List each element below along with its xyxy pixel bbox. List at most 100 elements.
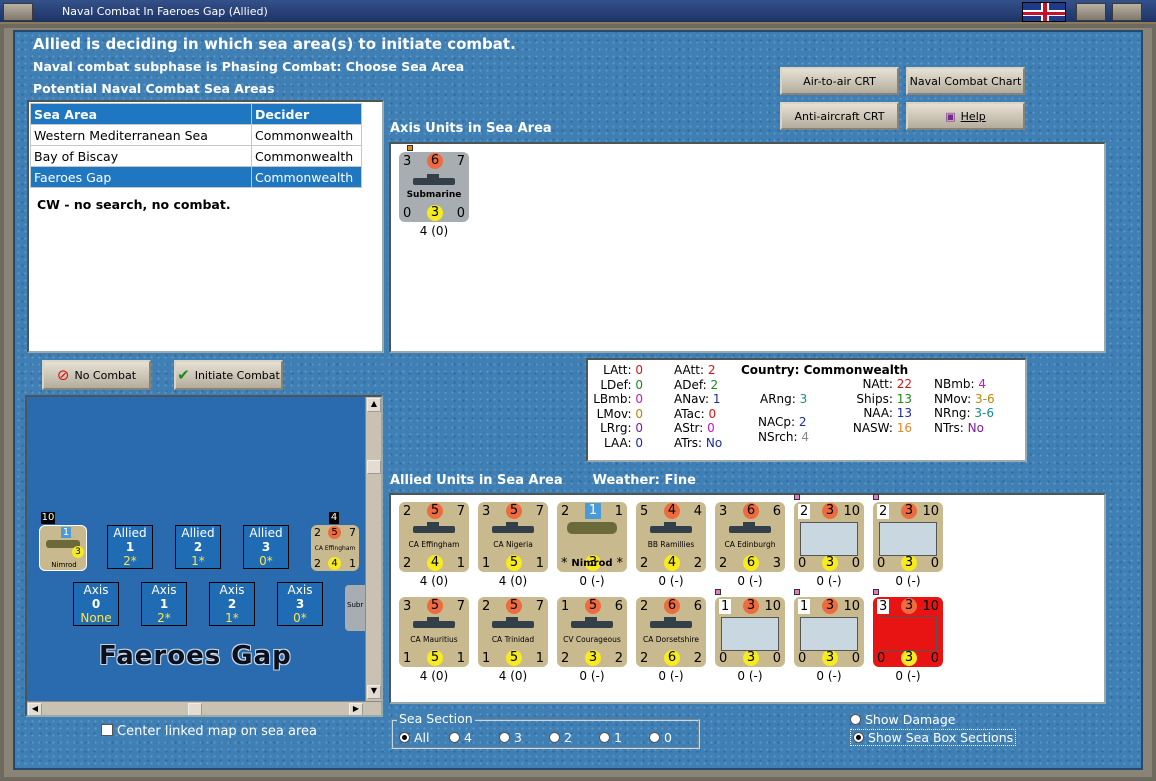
stat-label: AAtt:: [674, 363, 704, 377]
system-menu-button[interactable]: [3, 3, 33, 21]
checkbox-label: Center linked map on sea area: [117, 724, 317, 739]
radio-dot[interactable]: [850, 714, 861, 725]
section-radio-1[interactable]: 1: [599, 730, 622, 745]
axis-box-1[interactable]: Axis 1 2*: [141, 582, 187, 626]
counter-stat: 7: [456, 599, 465, 614]
radio-dot[interactable]: [549, 732, 560, 743]
ship-counter[interactable]: 2 5 7 2 4 1 CA Effingham: [399, 502, 469, 572]
counter-stat: 10: [843, 599, 860, 614]
naval-combat-chart-button[interactable]: Naval Combat Chart: [906, 67, 1025, 95]
counter-stat: 0: [851, 651, 860, 666]
section-radio-2[interactable]: 2: [549, 730, 572, 745]
close-button[interactable]: [1112, 3, 1142, 21]
effingham-map-counter[interactable]: 2 5 7 CA Effingham 2 4 1: [311, 525, 359, 571]
counter-stat: 0: [719, 651, 728, 666]
section-radio-3[interactable]: 3: [499, 730, 522, 745]
transport-icon: [800, 617, 858, 651]
counter-stat: 5: [427, 503, 443, 519]
help-button[interactable]: ▣ Help: [906, 102, 1025, 130]
scroll-left-icon[interactable]: ◀: [28, 703, 42, 715]
section-radio-4[interactable]: 4: [449, 730, 472, 745]
no-combat-button[interactable]: ⊘ No Combat: [42, 360, 151, 390]
table-row[interactable]: Western Mediterranean Sea Commonwealth: [30, 124, 362, 146]
counter-name: Submarine: [406, 190, 462, 200]
counter-stat: 3: [743, 650, 759, 666]
counter-stat: 0: [772, 651, 781, 666]
counter-stat: 7: [535, 599, 544, 614]
minimize-button[interactable]: [1076, 3, 1106, 21]
ship-counter[interactable]: 3 5 7 1 5 1 CA Nigeria: [478, 502, 548, 572]
counter-stat: 3: [822, 650, 838, 666]
stat-label: LDef:: [600, 377, 632, 392]
center-map-checkbox[interactable]: Center linked map on sea area: [101, 724, 317, 739]
stat-label: LAtt:: [603, 363, 632, 377]
radio-dot[interactable]: [499, 732, 510, 743]
aircraft-counter[interactable]: 2 1 1 * 3 * Nimrod: [557, 502, 627, 572]
transport-counter[interactable]: 1 3 10 0 3 0: [715, 597, 785, 667]
show-damage-radio[interactable]: Show Damage: [850, 712, 955, 727]
allied-box-3[interactable]: Allied 3 0*: [243, 525, 289, 569]
stat-value: 1: [712, 392, 721, 406]
counter-stat: 6: [664, 650, 680, 666]
horizontal-scrollbar[interactable]: ◀ ▶: [27, 701, 381, 715]
scroll-right-icon[interactable]: ▶: [349, 703, 363, 715]
scroll-thumb[interactable]: [188, 703, 202, 715]
anti-aircraft-crt-button[interactable]: Anti-aircraft CRT: [780, 102, 899, 130]
stat-value: 0: [635, 392, 643, 406]
transport-counter[interactable]: 2 3 10 0 3 0: [794, 502, 864, 572]
section-radio-0[interactable]: 0: [649, 730, 672, 745]
stat-label: NAA:: [863, 406, 893, 420]
search-note: CW - no search, no combat.: [37, 197, 231, 212]
section-radio-all[interactable]: All: [399, 730, 430, 745]
scroll-up-icon[interactable]: ▲: [367, 398, 381, 412]
sea-area-map[interactable]: 10 1 3 Nimrod 4 2 5 7 CA Effingham 2 4 1…: [25, 395, 383, 717]
ship-counter[interactable]: 3 6 6 2 6 3 CA Edinburgh: [715, 502, 785, 572]
submarine-counter[interactable]: 3 6 7 Submarine 0 3 0: [399, 152, 469, 222]
ship-counter[interactable]: 2 6 6 2 6 2 CA Dorsetshire: [636, 597, 706, 667]
country-label: Country:: [741, 363, 800, 377]
counter-stat: 5: [585, 598, 601, 614]
radio-dot[interactable]: [449, 732, 460, 743]
counter-stat: 3: [403, 599, 412, 614]
box-value: 2*: [157, 611, 171, 625]
cell-area: Western Mediterranean Sea: [30, 124, 252, 146]
counter-name: Nimrod: [51, 561, 77, 569]
radio-dot[interactable]: [853, 732, 864, 743]
ship-icon: [650, 522, 692, 533]
radio-dot[interactable]: [599, 732, 610, 743]
counter-stat: 3: [719, 504, 728, 519]
allied-box-2[interactable]: Allied 2 1*: [175, 525, 221, 569]
axis-box-3[interactable]: Axis 3 0*: [277, 582, 323, 626]
table-row[interactable]: Bay of Biscay Commonwealth: [30, 145, 362, 167]
table-row-selected[interactable]: Faeroes Gap Commonwealth: [30, 166, 362, 188]
ship-counter[interactable]: 5 4 4 2 4 2 BB Ramillies: [636, 502, 706, 572]
transport-icon: [879, 617, 937, 651]
air-to-air-crt-button[interactable]: Air-to-air CRT: [780, 67, 899, 95]
allied-box-1[interactable]: Allied 1 2*: [107, 525, 153, 569]
axis-box-2[interactable]: Axis 2 1*: [209, 582, 255, 626]
unit-status: 4 (0): [419, 669, 449, 683]
axis-box-0[interactable]: Axis 0 None: [73, 582, 119, 626]
initiate-combat-button[interactable]: ✔ Initiate Combat: [174, 360, 283, 390]
transport-counter[interactable]: 1 3 10 0 3 0: [794, 597, 864, 667]
ship-counter[interactable]: 3 5 7 1 5 1 CA Mauritius: [399, 597, 469, 667]
ship-counter[interactable]: 2 5 7 1 5 1 CA Trinidad: [478, 597, 548, 667]
scroll-down-icon[interactable]: ▼: [367, 685, 381, 699]
box-label: Axis: [219, 583, 245, 597]
stat-value: 0: [635, 363, 643, 377]
vertical-scrollbar[interactable]: ▲ ▼: [365, 397, 381, 701]
nimrod-map-counter[interactable]: 1 3 Nimrod: [39, 525, 87, 571]
checkbox-box[interactable]: [101, 724, 113, 736]
ship-counter[interactable]: 1 5 6 2 3 2 CV Courageous: [557, 597, 627, 667]
scroll-thumb[interactable]: [367, 460, 381, 474]
stat-label: NACp:: [758, 415, 796, 429]
transport-counter[interactable]: 3 3 10 0 3 0: [873, 597, 943, 667]
show-sections-radio[interactable]: Show Sea Box Sections: [850, 729, 1017, 746]
counter-defense-value: 6: [427, 153, 443, 169]
transport-counter[interactable]: 2 3 10 0 3 0: [873, 502, 943, 572]
counter-stat: 5: [506, 650, 522, 666]
stat-value: 22: [896, 377, 912, 391]
counter-stat: 1: [561, 599, 570, 614]
radio-dot[interactable]: [399, 732, 410, 743]
radio-dot[interactable]: [649, 732, 660, 743]
